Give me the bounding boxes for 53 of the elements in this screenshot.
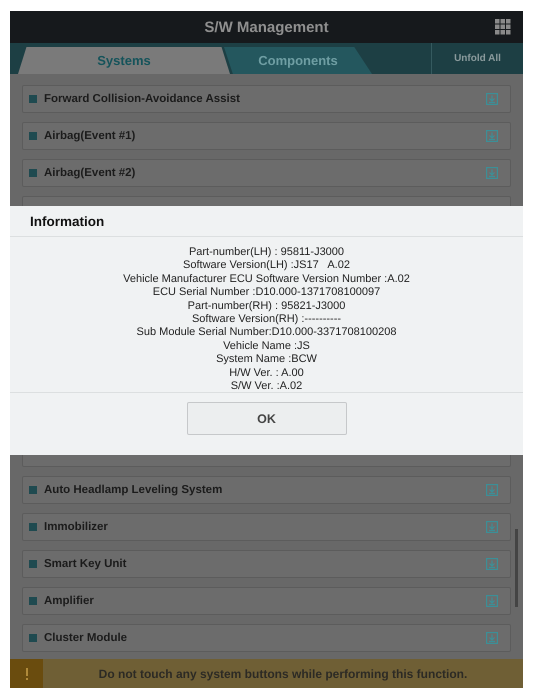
row-label: Smart Key Unit: [44, 558, 128, 570]
bullet-icon: [29, 597, 37, 605]
bullet-icon: [29, 95, 37, 103]
warning-text: Do not touch any system buttons while performing this function.: [98, 666, 468, 680]
scrollbar-thumb[interactable]: [515, 529, 518, 607]
info-line: Part-number(RH) : 95821-J3000: [186, 300, 346, 314]
info-line: Software Version(LH) :JS17 A.02: [182, 259, 351, 273]
bullet-icon: [29, 169, 37, 177]
download-icon[interactable]: [486, 484, 498, 496]
row-label: Amplifier: [44, 595, 95, 607]
info-line: ECU Serial Number :D10.000-1371708100097: [152, 286, 382, 300]
list-row[interactable]: Smart Key Unit: [22, 550, 511, 578]
list-row[interactable]: Auto Headlamp Leveling System: [22, 476, 511, 504]
info-line: Sub Module Serial Number:D10.000-3371708100208: [136, 326, 398, 340]
row-label: Airbag(Event #2): [44, 167, 136, 179]
list-row[interactable]: Airbag(Event #1): [22, 122, 511, 150]
menu-icon[interactable]: [495, 19, 511, 35]
download-icon[interactable]: [486, 558, 498, 570]
bullet-icon: [29, 634, 37, 642]
list-row[interactable]: Airbag(Event #2): [22, 159, 511, 187]
info-line: Vehicle Manufacturer ECU Software Version Number :A.02: [122, 272, 411, 286]
info-line: System Name :BCW: [215, 353, 318, 367]
tab[interactable]: Systems: [18, 47, 230, 74]
bullet-icon: [29, 523, 37, 531]
info-line: Vehicle Name :JS: [222, 340, 311, 354]
dialog-title: Information: [10, 206, 523, 237]
window-title: S/W Management: [204, 18, 329, 36]
row-label: Auto Headlamp Leveling System: [44, 484, 224, 496]
unfold-all-button[interactable]: Unfold All: [431, 43, 523, 74]
bullet-icon: [29, 560, 37, 568]
info-line: H/W Ver. : A.00: [228, 366, 305, 380]
info-line: S/W Ver. :A.02: [230, 380, 304, 394]
list-row[interactable]: Cluster Module: [22, 624, 511, 652]
download-icon[interactable]: [486, 130, 498, 142]
warning-icon: [10, 659, 43, 688]
list-row[interactable]: Immobilizer: [22, 513, 511, 541]
row-label: Immobilizer: [44, 521, 109, 533]
row-label: Cluster Module: [44, 632, 128, 644]
list-row[interactable]: Amplifier: [22, 587, 511, 615]
row-label: Airbag(Event #1): [44, 130, 136, 142]
download-icon[interactable]: [486, 167, 498, 179]
download-icon[interactable]: [486, 595, 498, 607]
bullet-icon: [29, 132, 37, 140]
list-row[interactable]: Forward Collision-Avoidance Assist: [22, 85, 511, 113]
ok-button[interactable]: OK: [186, 402, 346, 435]
download-icon[interactable]: [486, 93, 498, 105]
row-label: Forward Collision-Avoidance Assist: [44, 93, 241, 105]
download-icon[interactable]: [486, 632, 498, 644]
info-line: Software Version(RH) :----------: [190, 313, 342, 326]
bullet-icon: [29, 486, 37, 494]
tab[interactable]: Components: [224, 47, 372, 74]
download-icon[interactable]: [486, 521, 498, 533]
info-line: Part-number(LH) : 95811-J3000: [188, 246, 346, 260]
